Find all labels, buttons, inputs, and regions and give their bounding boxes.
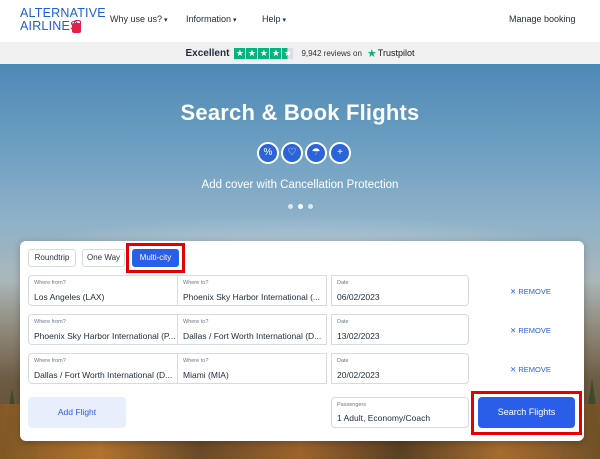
logo[interactable]: ALTERNATIVE AIRLINES [20,7,106,33]
remove-leg-button[interactable]: ✕ REMOVE [510,326,551,335]
to-field[interactable]: Where to? Phoenix Sky Harbor Internation… [178,275,327,306]
close-icon: ✕ [510,326,517,335]
trustpilot-bar[interactable]: Excellent ★ ★ ★ ★ ★ 9,942 reviews on ★ T… [0,42,600,64]
to-value: Miami (MIA) [183,370,229,380]
trip-type-one-way[interactable]: One Way [82,249,125,267]
close-icon: ✕ [510,287,517,296]
trust-rating-word: Excellent [185,47,230,59]
to-value: Phoenix Sky Harbor International (... [183,292,321,302]
close-icon: ✕ [510,365,517,374]
star-icon: ★ [270,47,282,59]
hero-subtitle: Add cover with Cancellation Protection [201,179,399,191]
nav-label: Why use us? [110,14,163,24]
from-label: Where from? [34,280,66,286]
to-field[interactable]: Where to? Dallas / Fort Worth Internatio… [178,314,327,345]
from-value: Phoenix Sky Harbor International (P... [34,331,176,341]
nav-label: Help [262,14,281,24]
to-label: Where to? [183,280,209,286]
carousel-dot-active[interactable] [298,204,303,209]
trustpilot-logo-icon: ★ [366,47,377,60]
remove-leg-button[interactable]: ✕ REMOVE [510,287,551,296]
from-value: Dallas / Fort Worth International (D... [34,370,173,380]
carousel-dot[interactable] [288,204,293,209]
passengers-value: 1 Adult, Economy/Coach [337,413,431,423]
date-label: Date [337,358,349,364]
umbrella-icon: ☂ [305,142,327,164]
star-icon: ★ [234,47,246,59]
date-value: 06/02/2023 [337,292,380,302]
trip-type-roundtrip[interactable]: Roundtrip [28,249,76,267]
nav-why-use-us[interactable]: Why use us? ▾ [110,14,168,24]
hero-feature-icons: % ♡ ☂ + [257,142,351,164]
heart-icon: ♡ [281,142,303,164]
remove-leg-button[interactable]: ✕ REMOVE [510,365,551,374]
chevron-down-icon: ▾ [233,17,237,24]
from-label: Where from? [34,319,66,325]
to-value: Dallas / Fort Worth International (D... [183,331,322,341]
to-label: Where to? [183,358,209,364]
star-icon: ★ [258,47,270,59]
from-value: Los Angeles (LAX) [34,292,105,302]
nav-information[interactable]: Information ▾ [186,14,237,24]
trust-stars: ★ ★ ★ ★ ★ [234,47,294,59]
from-label: Where from? [34,358,66,364]
carousel-dots [288,204,313,209]
remove-label: REMOVE [518,287,551,296]
date-label: Date [337,319,349,325]
date-field[interactable]: Date 13/02/2023 [331,314,469,345]
remove-label: REMOVE [518,365,551,374]
passengers-field[interactable]: Passengers 1 Adult, Economy/Coach [331,397,469,428]
logo-text-line2: AIRLINES [20,19,79,33]
date-field[interactable]: Date 06/02/2023 [331,275,469,306]
date-field[interactable]: Date 20/02/2023 [331,353,469,384]
to-label: Where to? [183,319,209,325]
site-header: ALTERNATIVE AIRLINES Why use us? ▾ Infor… [0,0,600,42]
trust-reviews: 9,942 reviews on [301,48,362,58]
nav-label: Information [186,14,232,24]
trustpilot-brand: Trustpilot [377,48,415,58]
highlight-box-multi-city [126,243,185,273]
date-value: 13/02/2023 [337,331,380,341]
remove-label: REMOVE [518,326,551,335]
hero-title: Search & Book Flights [180,100,420,125]
carousel-dot[interactable] [308,204,313,209]
add-flight-button[interactable]: Add Flight [28,397,126,428]
luggage-icon [72,20,81,33]
chevron-down-icon: ▾ [164,17,168,24]
plus-icon: + [329,142,351,164]
passengers-label: Passengers [337,402,367,408]
chevron-down-icon: ▾ [282,17,287,24]
star-icon: ★ [246,47,258,59]
manage-booking-link[interactable]: Manage booking [509,14,576,24]
nav-help[interactable]: Help ▾ [262,14,286,24]
from-field[interactable]: Where from? Dallas / Fort Worth Internat… [28,353,178,384]
date-label: Date [337,280,349,286]
percent-icon: % [257,142,279,164]
from-field[interactable]: Where from? Phoenix Sky Harbor Internati… [28,314,178,345]
highlight-box-search [471,391,582,435]
date-value: 20/02/2023 [337,370,380,380]
from-field[interactable]: Where from? Los Angeles (LAX) [28,275,178,306]
half-star-icon: ★ [282,47,294,59]
to-field[interactable]: Where to? Miami (MIA) [178,353,327,384]
